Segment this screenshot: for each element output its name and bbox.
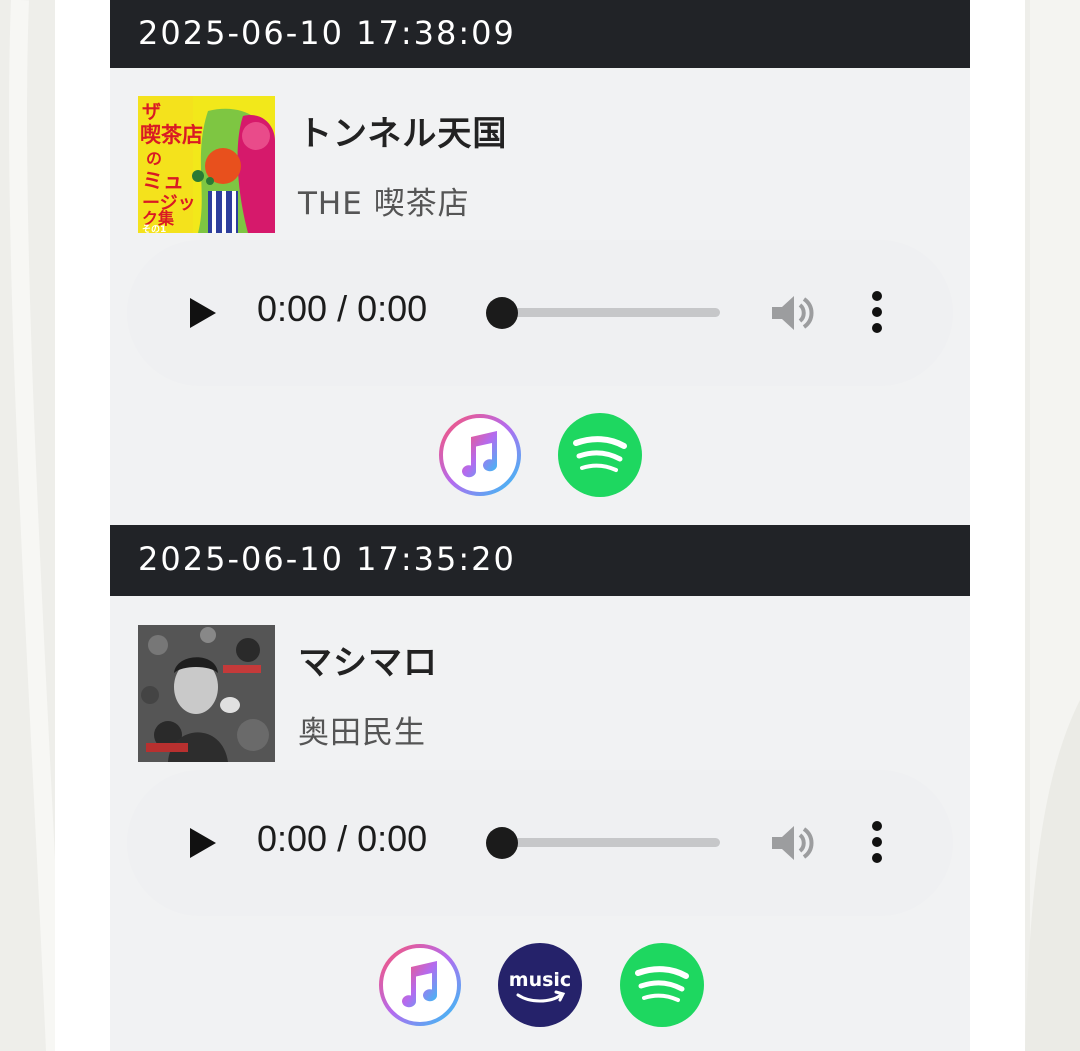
album-art-illustration: ザ 喫茶店 の ミュ ージッ ク集 その1 [138, 96, 275, 233]
svg-text:その1: その1 [142, 224, 166, 233]
track-artist: THE 喫茶店 [298, 186, 470, 222]
page-column: 2025-06-10 17:38:09 ザ 喫茶店 の ミュ ージッ ク集 その… [55, 0, 1025, 1051]
play-icon[interactable] [187, 826, 219, 860]
track-info: マシマロ 奥田民生 [110, 596, 970, 774]
spotify-icon[interactable] [620, 943, 704, 1027]
track-title: トンネル天国 [298, 114, 508, 154]
history-entry: 2025-06-10 17:38:09 ザ 喫茶店 の ミュ ージッ ク集 その… [110, 0, 970, 525]
more-options-icon[interactable] [870, 820, 884, 864]
svg-text:ミュ: ミュ [142, 169, 184, 193]
svg-text:の: の [146, 149, 162, 168]
album-art-photo [138, 625, 275, 762]
apple-music-icon[interactable] [438, 413, 522, 497]
volume-icon[interactable] [770, 293, 816, 333]
time-display: 0:00 / 0:00 [257, 288, 428, 329]
apple-music-icon[interactable] [378, 943, 462, 1027]
seek-bar[interactable] [504, 308, 720, 317]
amazon-music-icon[interactable]: music [498, 943, 582, 1027]
audio-player: 0:00 / 0:00 [127, 240, 953, 386]
history-entry: 2025-06-10 17:35:20 マシマロ 奥田民生 0:00 / 0:0… [110, 525, 970, 1051]
more-options-icon[interactable] [870, 290, 884, 334]
track-artist: 奥田民生 [298, 715, 426, 751]
spotify-icon[interactable] [558, 413, 642, 497]
svg-text:喫茶店: 喫茶店 [140, 123, 203, 147]
time-display: 0:00 / 0:00 [257, 818, 428, 859]
timestamp-bar: 2025-06-10 17:38:09 [110, 0, 970, 68]
album-cover[interactable]: ザ 喫茶店 の ミュ ージッ ク集 その1 [138, 96, 275, 233]
play-icon[interactable] [187, 296, 219, 330]
svg-text:ザ: ザ [142, 101, 161, 123]
volume-icon[interactable] [770, 823, 816, 863]
streaming-links [110, 413, 970, 497]
timestamp-bar: 2025-06-10 17:35:20 [110, 525, 970, 596]
seek-bar[interactable] [504, 838, 720, 847]
audio-player: 0:00 / 0:00 [127, 770, 953, 916]
streaming-links: music [110, 943, 970, 1027]
seek-thumb[interactable] [486, 297, 518, 329]
album-cover[interactable] [138, 625, 275, 762]
track-title: マシマロ [298, 643, 438, 683]
amazon-music-label: music [509, 969, 571, 991]
track-info: ザ 喫茶店 の ミュ ージッ ク集 その1 トンネル天国 THE 喫茶店 [110, 68, 970, 246]
seek-thumb[interactable] [486, 827, 518, 859]
